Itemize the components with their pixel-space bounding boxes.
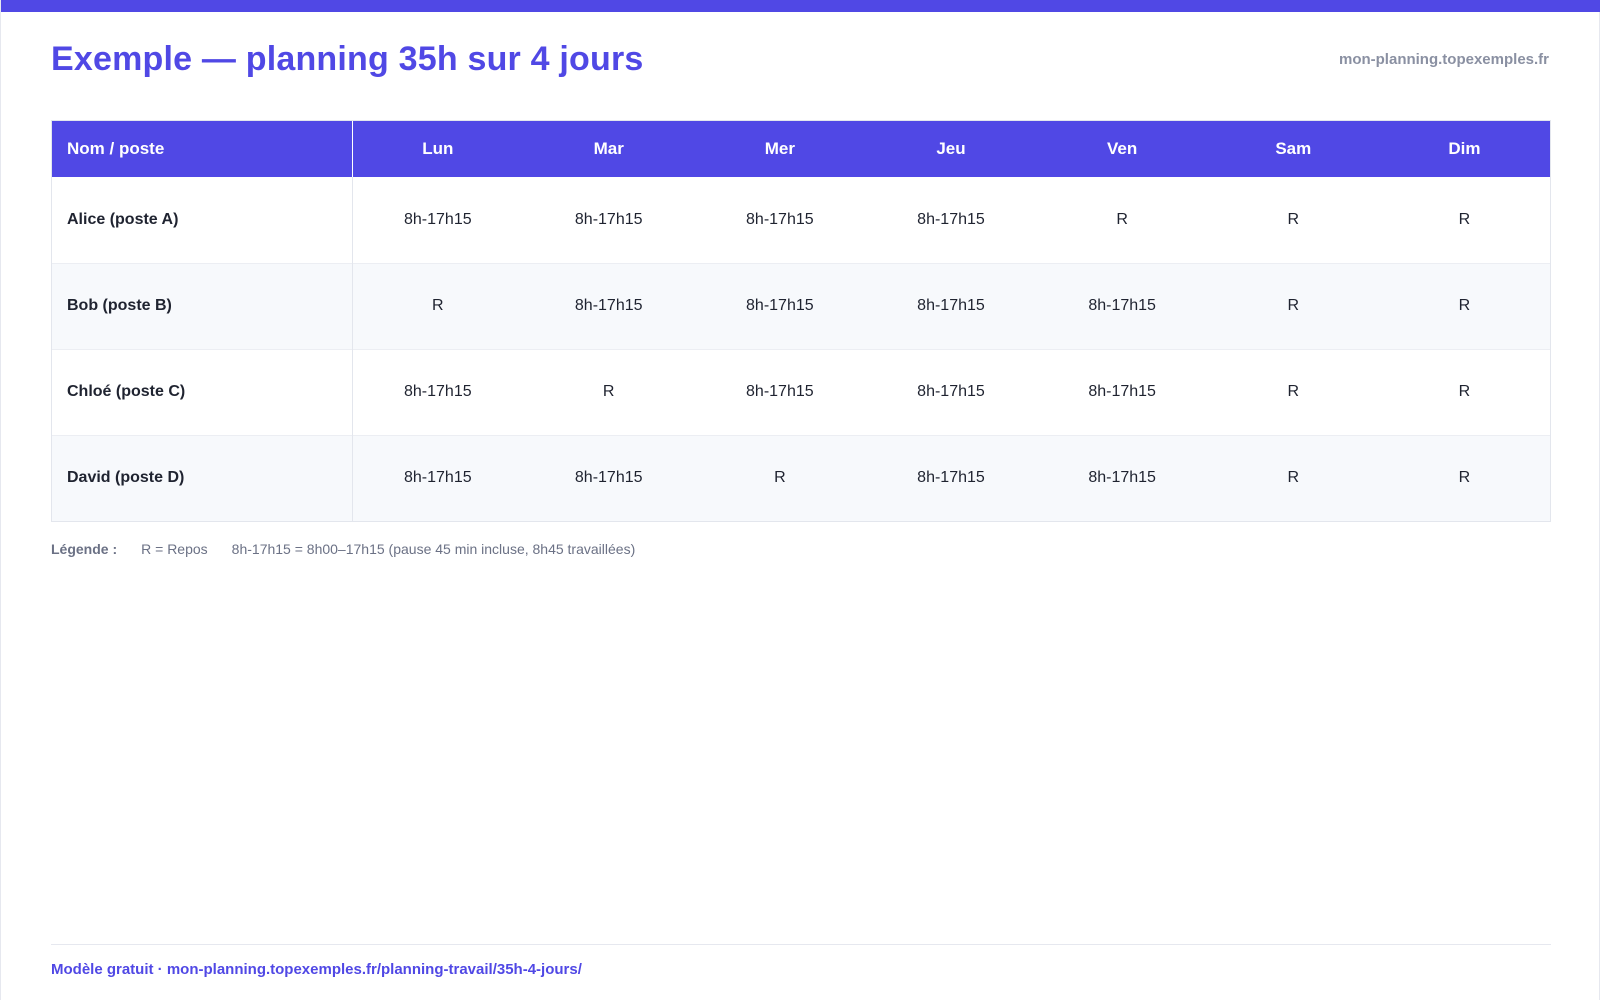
shift-cell: R bbox=[694, 434, 866, 521]
shift-cell: 8h-17h15 bbox=[523, 262, 695, 349]
shift-cell: 8h-17h15 bbox=[352, 434, 524, 521]
day-header-lun: Lun bbox=[352, 121, 524, 177]
page-title: Exemple — planning 35h sur 4 jours bbox=[51, 40, 644, 78]
shift-cell: 8h-17h15 bbox=[865, 177, 1037, 263]
shift-cell: 8h-17h15 bbox=[694, 262, 866, 349]
table-row: Bob (poste B) R 8h-17h15 8h-17h15 8h-17h… bbox=[52, 262, 1550, 349]
planning-table-container: Nom / poste Lun Mar Mer Jeu Ven Sam Dim … bbox=[51, 120, 1551, 522]
shift-cell: 8h-17h15 bbox=[865, 434, 1037, 521]
shift-cell: 8h-17h15 bbox=[523, 177, 695, 263]
legend-item-shift: 8h-17h15 = 8h00–17h15 (pause 45 min incl… bbox=[231, 541, 636, 557]
shift-cell: 8h-17h15 bbox=[694, 177, 866, 263]
shift-cell: R bbox=[1378, 434, 1550, 521]
name-column-header: Nom / poste bbox=[52, 121, 353, 177]
planning-page: Exemple — planning 35h sur 4 jours mon-p… bbox=[0, 0, 1600, 1000]
site-link[interactable]: mon-planning.topexemples.fr bbox=[1339, 51, 1549, 68]
shift-cell: R bbox=[1207, 177, 1379, 263]
shift-cell: R bbox=[1378, 348, 1550, 435]
shift-cell: R bbox=[1036, 177, 1208, 263]
employee-name: David (poste D) bbox=[52, 434, 353, 521]
shift-cell: R bbox=[1207, 348, 1379, 435]
shift-cell: 8h-17h15 bbox=[352, 177, 524, 263]
shift-cell: 8h-17h15 bbox=[1036, 262, 1208, 349]
shift-cell: 8h-17h15 bbox=[523, 434, 695, 521]
shift-cell: 8h-17h15 bbox=[865, 348, 1037, 435]
shift-cell: 8h-17h15 bbox=[1036, 348, 1208, 435]
legend-item-repos: R = Repos bbox=[141, 541, 208, 557]
shift-cell: R bbox=[1378, 177, 1550, 263]
day-header-dim: Dim bbox=[1378, 121, 1550, 177]
shift-cell: R bbox=[1207, 262, 1379, 349]
top-accent-bar bbox=[1, 0, 1600, 12]
employee-name: Chloé (poste C) bbox=[52, 348, 353, 435]
shift-cell: R bbox=[1378, 262, 1550, 349]
shift-cell: 8h-17h15 bbox=[865, 262, 1037, 349]
shift-cell: 8h-17h15 bbox=[1036, 434, 1208, 521]
shift-cell: R bbox=[523, 348, 695, 435]
day-header-mar: Mar bbox=[523, 121, 695, 177]
day-header-mer: Mer bbox=[694, 121, 866, 177]
employee-name: Bob (poste B) bbox=[52, 262, 353, 349]
shift-cell: 8h-17h15 bbox=[352, 348, 524, 435]
legend: Légende : R = Repos 8h-17h15 = 8h00–17h1… bbox=[51, 541, 635, 557]
day-header-sam: Sam bbox=[1207, 121, 1379, 177]
planning-table: Nom / poste Lun Mar Mer Jeu Ven Sam Dim … bbox=[52, 121, 1550, 521]
employee-name: Alice (poste A) bbox=[52, 177, 353, 263]
shift-cell: R bbox=[352, 262, 524, 349]
legend-label: Légende : bbox=[51, 541, 118, 557]
table-row: David (poste D) 8h-17h15 8h-17h15 R 8h-1… bbox=[52, 434, 1550, 521]
footer-link[interactable]: Modèle gratuit · mon-planning.topexemple… bbox=[51, 961, 582, 978]
shift-cell: R bbox=[1207, 434, 1379, 521]
footer-divider bbox=[51, 944, 1551, 945]
day-header-jeu: Jeu bbox=[865, 121, 1037, 177]
table-header-row: Nom / poste Lun Mar Mer Jeu Ven Sam Dim bbox=[52, 121, 1550, 177]
shift-cell: 8h-17h15 bbox=[694, 348, 866, 435]
day-header-ven: Ven bbox=[1036, 121, 1208, 177]
table-row: Alice (poste A) 8h-17h15 8h-17h15 8h-17h… bbox=[52, 177, 1550, 263]
table-row: Chloé (poste C) 8h-17h15 R 8h-17h15 8h-1… bbox=[52, 348, 1550, 435]
